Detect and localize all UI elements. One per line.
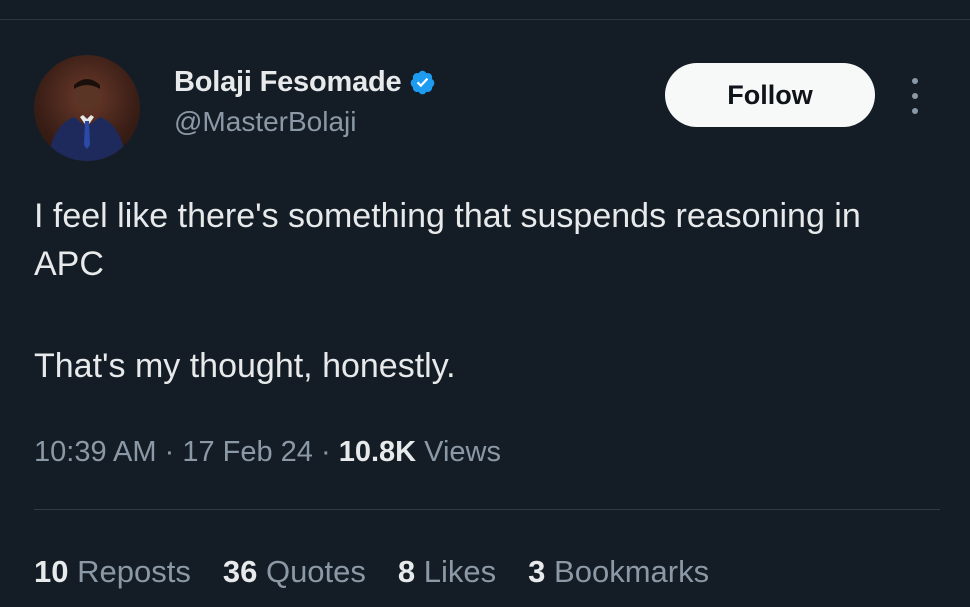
views-count: 10.8K <box>338 436 417 468</box>
avatar[interactable] <box>34 55 140 161</box>
bookmarks-count: 3 <box>528 554 546 589</box>
more-dot <box>912 93 918 99</box>
author-handle[interactable]: @MasterBolaji <box>174 106 356 138</box>
display-name[interactable]: Bolaji Fesomade <box>174 66 402 99</box>
author-name-row[interactable]: Bolaji Fesomade <box>174 66 436 99</box>
more-dot <box>912 78 918 84</box>
tweet-time[interactable]: 10:39 AM <box>34 436 157 468</box>
quotes-count: 36 <box>222 554 258 589</box>
reposts-stat[interactable]: 10 Reposts <box>34 554 191 590</box>
reposts-count: 10 <box>34 554 69 589</box>
top-divider <box>0 19 970 20</box>
follow-button[interactable]: Follow <box>665 63 875 127</box>
views-label: Views <box>424 436 501 468</box>
bookmarks-label: Bookmarks <box>554 554 710 589</box>
bookmarks-stat[interactable]: 3 Bookmarks <box>528 554 709 590</box>
tweet-paragraph-1: I feel like there's something that suspe… <box>34 197 861 283</box>
quotes-label: Quotes <box>265 554 366 589</box>
tweet-date[interactable]: 17 Feb 24 <box>182 436 313 468</box>
reposts-label: Reposts <box>77 554 191 589</box>
stats-divider <box>34 509 940 510</box>
more-dot <box>912 108 918 114</box>
likes-stat[interactable]: 8 Likes <box>398 554 496 590</box>
quotes-stat[interactable]: 36 Quotes <box>223 554 366 590</box>
likes-label: Likes <box>423 554 497 589</box>
likes-count: 8 <box>397 554 416 589</box>
avatar-image <box>48 79 126 161</box>
tweet-paragraph-2: That's my thought, honestly. <box>34 347 456 385</box>
meta-separator: · <box>156 436 183 468</box>
tweet-meta: 10:39 AM · 17 Feb 24 · 10.8K Views <box>34 436 501 469</box>
more-options-icon[interactable] <box>905 78 925 114</box>
meta-separator: · <box>312 436 339 468</box>
tweet-text: I feel like there's something that suspe… <box>34 192 934 390</box>
verified-badge-icon <box>411 70 435 95</box>
engagement-stats: 10 Reposts 36 Quotes 8 Likes 3 Bookmarks <box>34 554 741 590</box>
